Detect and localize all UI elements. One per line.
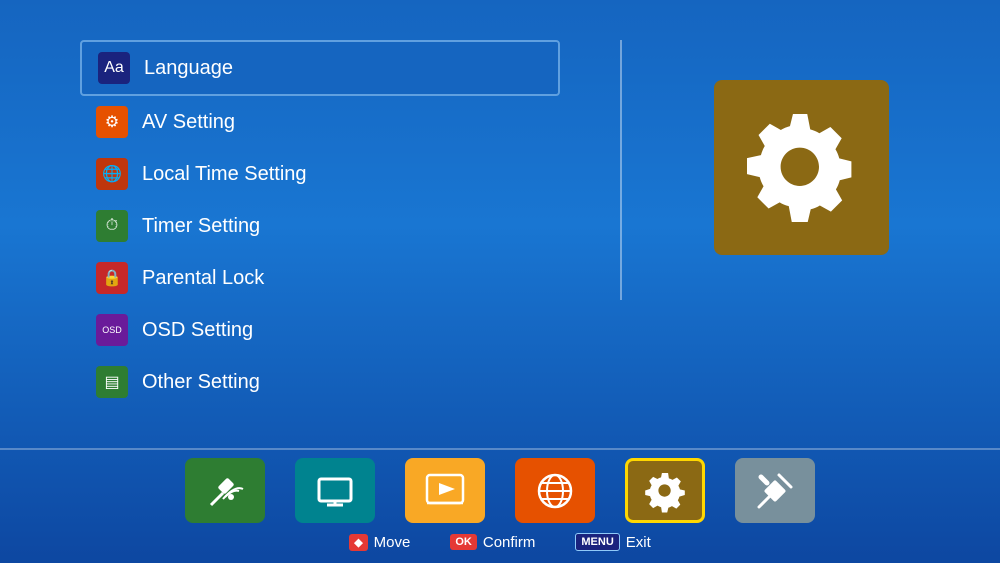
- nav-satellite-button[interactable]: [185, 458, 265, 523]
- ctrl-label-move: Move: [374, 534, 411, 551]
- av-setting-label: AV Setting: [142, 111, 235, 134]
- bottom-controls: ◆ Move OK Confirm MENU Exit: [349, 533, 651, 563]
- right-panel: [682, 40, 920, 428]
- parental-lock-icon: 🔒: [96, 262, 128, 294]
- language-icon: Aa: [98, 52, 130, 84]
- menu-item-parental-lock[interactable]: 🔒 Parental Lock: [80, 252, 560, 304]
- system-icon-box: [714, 80, 889, 255]
- av-setting-icon: ⚙: [96, 106, 128, 138]
- ctrl-label-confirm: Confirm: [483, 534, 536, 551]
- ctrl-badge-confirm: OK: [450, 534, 477, 550]
- parental-lock-label: Parental Lock: [142, 267, 264, 290]
- menu-item-av-setting[interactable]: ⚙ AV Setting: [80, 96, 560, 148]
- control-move: ◆ Move: [349, 534, 410, 551]
- other-setting-label: Other Setting: [142, 371, 260, 394]
- nav-internet-button[interactable]: [515, 458, 595, 523]
- divider: [620, 40, 622, 300]
- ctrl-label-exit: Exit: [626, 534, 651, 551]
- timer-label: Timer Setting: [142, 215, 260, 238]
- bottom-bar: ◆ Move OK Confirm MENU Exit: [0, 448, 1000, 563]
- menu-item-other-setting[interactable]: ▤ Other Setting: [80, 356, 560, 408]
- timer-icon: ⏱: [96, 210, 128, 242]
- language-label: Language: [144, 57, 233, 80]
- control-exit: MENU Exit: [575, 533, 650, 551]
- menu-item-language[interactable]: Aa Language: [80, 40, 560, 96]
- gear-icon: [741, 108, 861, 228]
- main-container: Aa Language ⚙ AV Setting 🌐 Local Time Setting…: [0, 0, 1000, 563]
- ctrl-badge-exit: MENU: [575, 533, 619, 551]
- content-area: Aa Language ⚙ AV Setting 🌐 Local Time Setting…: [0, 0, 1000, 448]
- ctrl-badge-move: ◆: [349, 534, 367, 551]
- menu-item-local-time[interactable]: 🌐 Local Time Setting: [80, 148, 560, 200]
- nav-system-button[interactable]: [625, 458, 705, 523]
- nav-icons-row: [185, 458, 815, 523]
- local-time-icon: 🌐: [96, 158, 128, 190]
- nav-media-button[interactable]: [405, 458, 485, 523]
- nav-tv-button[interactable]: [295, 458, 375, 523]
- osd-icon: OSD: [96, 314, 128, 346]
- menu-item-timer[interactable]: ⏱ Timer Setting: [80, 200, 560, 252]
- control-confirm: OK Confirm: [450, 534, 535, 551]
- osd-label: OSD Setting: [142, 319, 253, 342]
- menu-panel: Aa Language ⚙ AV Setting 🌐 Local Time Setting…: [80, 40, 560, 428]
- other-setting-icon: ▤: [96, 366, 128, 398]
- local-time-label: Local Time Setting: [142, 163, 307, 186]
- nav-tools-button[interactable]: [735, 458, 815, 523]
- menu-item-osd[interactable]: OSD OSD Setting: [80, 304, 560, 356]
